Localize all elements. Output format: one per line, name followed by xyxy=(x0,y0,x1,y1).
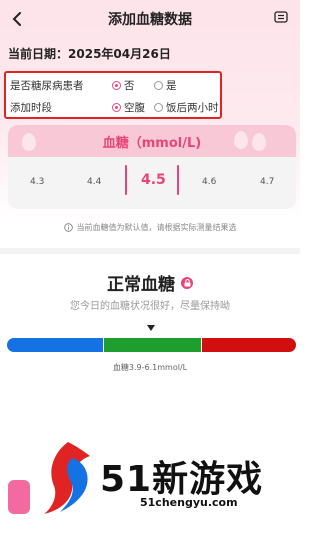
period-fasting-label: 空腹 xyxy=(124,101,145,114)
app-header: 添加血糖数据 xyxy=(0,0,300,38)
status-description: 您今日的血糖状况很好，尽量保持呦 xyxy=(70,301,230,312)
diabetic-yes-radio[interactable]: 是 xyxy=(154,78,177,93)
glucose-card-header: 血糖（mmol/L) xyxy=(8,125,296,157)
default-value-hint: 当前血糖值为默认值，请根据实际测量结果选 xyxy=(0,222,300,233)
status-heading: 正常血糖 xyxy=(0,270,300,295)
period-label: 添加时段 xyxy=(10,101,52,114)
droplet-decoration-icon xyxy=(234,131,248,149)
date-value: 2025年04月26日 xyxy=(68,47,171,61)
level-pointer-icon xyxy=(147,325,155,331)
watermark-logo xyxy=(44,442,90,514)
selection-bracket-right xyxy=(177,165,179,195)
selection-bracket-left xyxy=(125,165,127,195)
hint-text: 当前血糖值为默认值，请根据实际测量结果选 xyxy=(76,223,237,232)
droplet-decoration-icon xyxy=(22,133,36,151)
status-title: 正常血糖 xyxy=(107,275,175,295)
date-label: 当前日期： xyxy=(8,47,69,61)
scale-value[interactable]: 4.4 xyxy=(87,177,101,187)
scale-value[interactable]: 4.6 xyxy=(202,177,216,187)
normal-range-text: 血糖3.9-6.1mmol/L xyxy=(112,363,188,372)
period-fasting-radio[interactable]: 空腹 xyxy=(112,100,145,115)
radio-unselected-icon xyxy=(154,102,163,112)
period-after-meal-label: 饭后两小时 xyxy=(166,101,219,114)
period-after-meal-radio[interactable]: 饭后两小时 xyxy=(154,100,219,115)
glucose-scale-picker[interactable]: 4.3 4.4 4.5 4.6 4.7 xyxy=(8,157,296,209)
period-option-row: 添加时段 空腹 饭后两小时 xyxy=(6,97,220,117)
chevron-left-icon xyxy=(12,12,21,26)
range-segment-normal xyxy=(104,338,201,352)
watermark-text: 51新游戏 xyxy=(100,459,264,500)
section-divider xyxy=(0,248,300,254)
range-segment-high xyxy=(202,338,296,352)
diabetic-no-radio[interactable]: 否 xyxy=(112,78,135,93)
glucose-range-bar xyxy=(7,338,296,352)
lock-icon xyxy=(181,276,193,289)
watermark-url: 51chengyu.com xyxy=(140,496,238,509)
options-panel: 是否糖尿病患者 否 是 添加时段 空腹 饭后两小时 xyxy=(4,71,222,119)
current-date: 当前日期：2025年04月26日 xyxy=(8,45,171,62)
more-options-icon xyxy=(274,11,288,23)
radio-selected-icon xyxy=(112,80,121,90)
diabetic-yes-label: 是 xyxy=(166,79,177,92)
scale-value[interactable]: 4.7 xyxy=(260,177,274,187)
diabetic-no-label: 否 xyxy=(124,79,135,92)
range-segment-low xyxy=(7,338,103,352)
back-button[interactable] xyxy=(6,8,28,30)
radio-selected-icon xyxy=(112,102,121,112)
info-icon xyxy=(63,223,73,232)
scale-value[interactable]: 4.3 xyxy=(30,177,44,187)
scale-value-selected[interactable]: 4.5 xyxy=(141,172,166,188)
diabetic-label: 是否糖尿病患者 xyxy=(10,79,84,92)
more-options-button[interactable] xyxy=(268,7,294,27)
glucose-card-title: 血糖（mmol/L) xyxy=(102,135,202,151)
radio-unselected-icon xyxy=(154,80,163,90)
page-title: 添加血糖数据 xyxy=(108,12,192,28)
diabetic-option-row: 是否糖尿病患者 否 是 xyxy=(6,75,220,95)
floating-tab[interactable] xyxy=(8,480,30,514)
droplet-decoration-icon xyxy=(252,133,266,151)
glucose-picker-card: 血糖（mmol/L) 4.3 4.4 4.5 4.6 4.7 xyxy=(8,125,296,209)
